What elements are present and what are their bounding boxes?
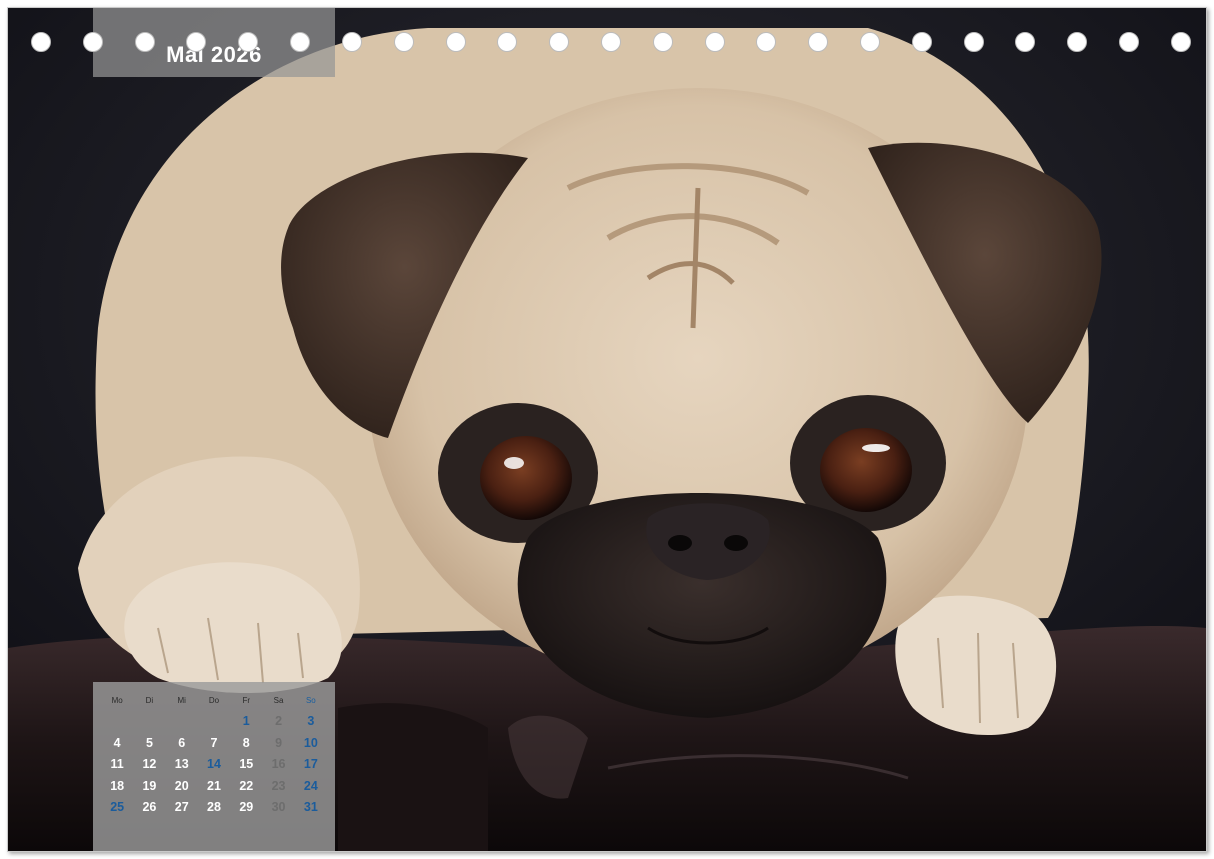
- calendar-empty-cell: [198, 711, 230, 733]
- calendar-day: 21: [207, 778, 221, 793]
- calendar-day: 4: [113, 735, 121, 750]
- calendar-empty-cell: [101, 711, 133, 733]
- calendar-day: 9: [275, 735, 283, 750]
- binding-hole: [808, 32, 829, 52]
- month-calendar: Mo Di Mi Do Fr Sa So 1 2 3 4 5 6 7 8 9 10 11 12 13 14 15 16 17…: [93, 682, 335, 851]
- calendar-day: 18: [110, 778, 125, 793]
- weekday-header: So: [305, 696, 316, 705]
- binding-hole: [341, 32, 362, 52]
- calendar-day: 3: [307, 714, 315, 728]
- calendar-grid: 1 2 3 4 5 6 7 8 9 10 11 12 13 14 15 16 17 18 19 20 21 22 23 24 2…: [101, 711, 327, 819]
- calendar-day: 13: [174, 757, 189, 771]
- weekday-header-row: Mo Di Mi Do Fr Sa So: [101, 696, 327, 705]
- weekday-header: Fr: [242, 696, 251, 705]
- binding-hole: [704, 32, 725, 52]
- binding-hole: [756, 32, 777, 52]
- weekday-header: Mi: [177, 696, 186, 705]
- weekday-header: Sa: [273, 696, 284, 705]
- binding-hole: [134, 32, 155, 52]
- calendar-day: 26: [142, 800, 157, 814]
- binding-hole: [600, 32, 621, 52]
- calendar-page: Mai 2026 Mo Di Mi Do Fr Sa So 1 2 3 4 5 6 7 8 9 10 11 12 1…: [7, 7, 1207, 852]
- binding-hole: [393, 32, 414, 52]
- calendar-empty-cell: [133, 711, 165, 733]
- calendar-day: 31: [303, 800, 318, 814]
- binding-hole: [186, 32, 207, 52]
- binding-hole: [1119, 32, 1140, 52]
- weekday-header: Di: [145, 696, 154, 705]
- calendar-day: 28: [207, 800, 221, 814]
- calendar-day: 1: [242, 714, 250, 728]
- binding-hole: [963, 32, 984, 52]
- binding-hole: [82, 32, 103, 52]
- binding-hole: [31, 32, 51, 52]
- calendar-day: 12: [142, 757, 157, 771]
- calendar-day: 23: [271, 778, 286, 793]
- calendar-day: 19: [142, 778, 157, 793]
- binding-hole: [290, 32, 311, 52]
- binding-hole: [1067, 32, 1088, 52]
- weekday-header: Do: [208, 696, 220, 705]
- calendar-day: 6: [178, 735, 186, 750]
- calendar-day: 17: [303, 757, 318, 771]
- calendar-day: 20: [174, 778, 189, 793]
- calendar-day: 16: [271, 757, 286, 771]
- binding-hole: [1015, 32, 1036, 52]
- calendar-day: 25: [110, 800, 125, 814]
- binding-hole: [497, 32, 518, 52]
- calendar-day: 24: [303, 778, 318, 793]
- calendar-day: 22: [239, 778, 254, 793]
- binding-holes: [31, 32, 1191, 54]
- calendar-day: 27: [174, 800, 189, 814]
- binding-hole: [860, 32, 880, 52]
- calendar-day: 2: [275, 714, 283, 728]
- calendar-empty-cell: [166, 711, 198, 733]
- calendar-day: 8: [242, 735, 250, 750]
- binding-hole: [652, 32, 673, 52]
- calendar-day: 30: [271, 800, 286, 814]
- binding-hole: [1170, 32, 1191, 52]
- calendar-day: 10: [303, 735, 318, 750]
- binding-hole: [911, 32, 932, 52]
- calendar-day: 14: [207, 757, 221, 771]
- calendar-day: 15: [239, 757, 254, 771]
- binding-hole: [549, 32, 570, 52]
- calendar-day: 5: [145, 735, 153, 750]
- calendar-day: 11: [110, 757, 124, 771]
- weekday-header: Mo: [111, 696, 123, 705]
- calendar-day: 29: [239, 800, 254, 814]
- calendar-day: 7: [210, 735, 218, 750]
- binding-hole: [445, 32, 466, 52]
- binding-hole: [238, 32, 259, 52]
